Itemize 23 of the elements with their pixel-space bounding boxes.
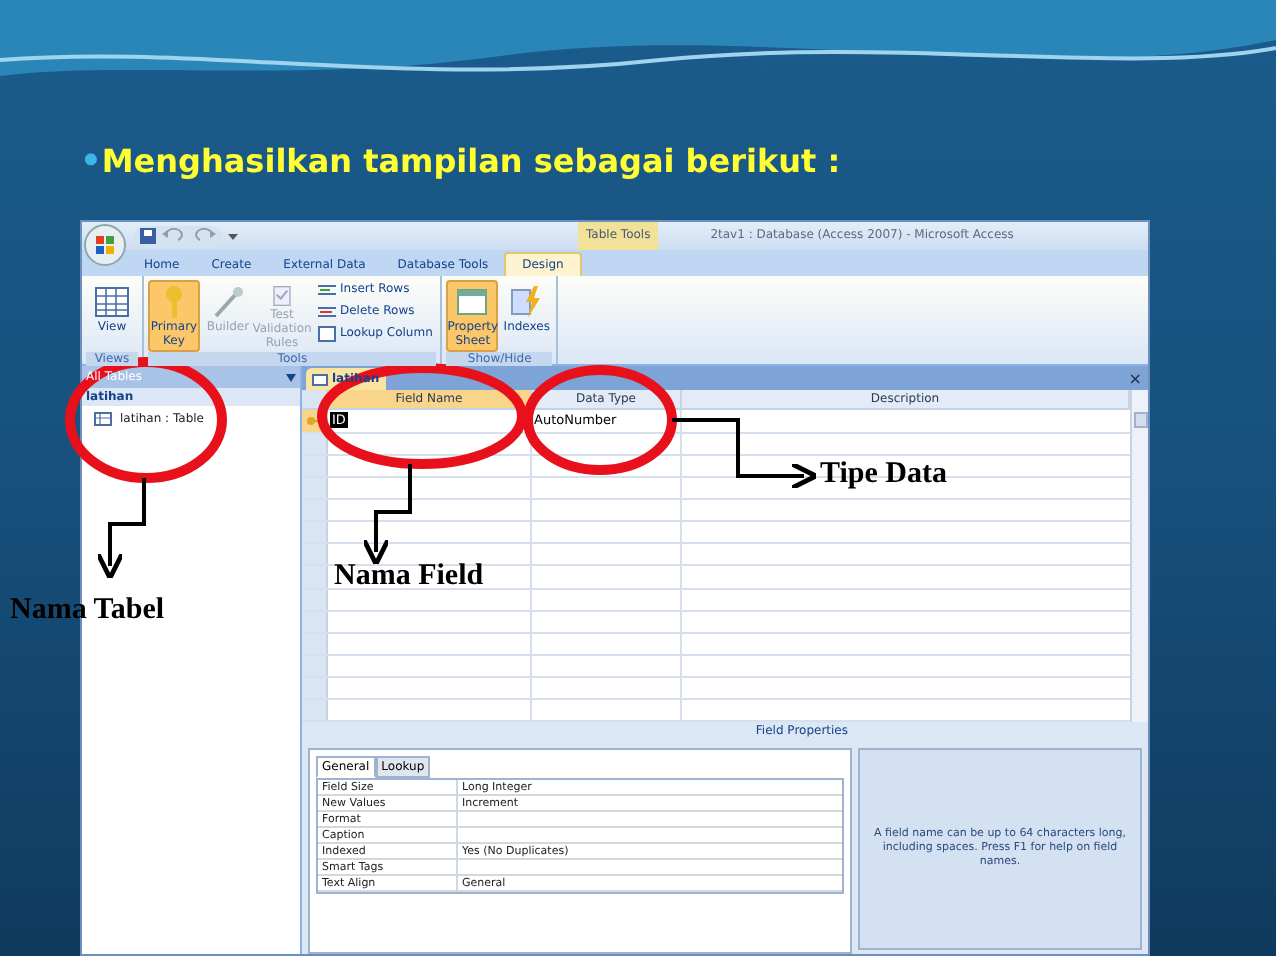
table-icon bbox=[94, 411, 112, 425]
lookup-icon bbox=[318, 326, 336, 342]
property-sheet-icon bbox=[454, 284, 491, 320]
row-selector[interactable] bbox=[302, 434, 328, 455]
lightning-icon bbox=[508, 284, 545, 320]
delete-rows-icon bbox=[318, 304, 336, 320]
annotation-label: Tipe Data bbox=[820, 456, 947, 492]
vertical-scrollbar[interactable] bbox=[1130, 390, 1148, 722]
arrow bbox=[361, 464, 412, 567]
bullet: • bbox=[80, 140, 102, 184]
datasheet-icon bbox=[94, 284, 130, 320]
insert-rows-icon bbox=[318, 282, 336, 298]
save-icon[interactable] bbox=[140, 228, 156, 244]
key-icon bbox=[305, 414, 323, 428]
slide-title: Menghasilkan tampilan sebagai berikut : bbox=[101, 140, 841, 184]
annotation-label: Nama Field bbox=[334, 558, 484, 594]
dropdown-icon[interactable] bbox=[286, 373, 296, 381]
close-button[interactable]: × bbox=[1128, 368, 1142, 390]
redo-icon[interactable] bbox=[192, 228, 216, 244]
wand-icon bbox=[210, 284, 246, 320]
dropdown-icon[interactable] bbox=[228, 231, 238, 241]
table-icon bbox=[312, 373, 328, 385]
arrow bbox=[95, 478, 146, 581]
